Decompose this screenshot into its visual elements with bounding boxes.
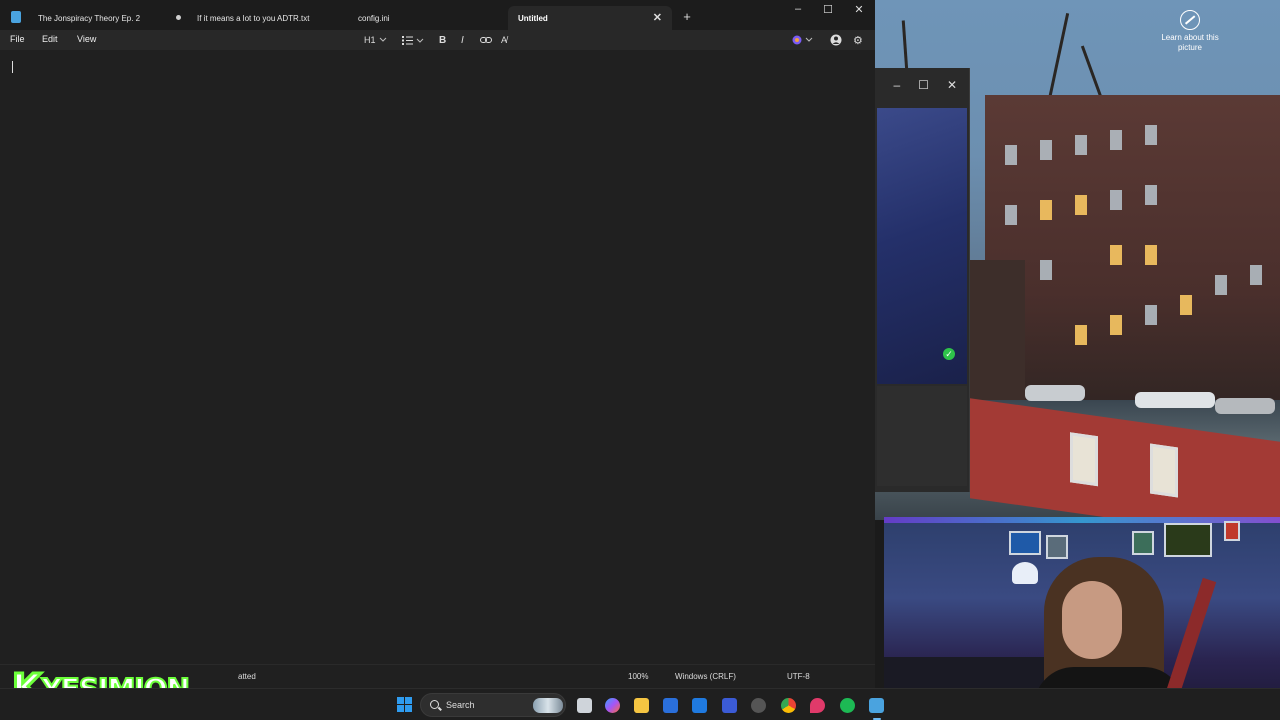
- tab-untitled[interactable]: Untitled ✕: [508, 6, 672, 30]
- tab-adtr[interactable]: If it means a lot to you ADTR.txt: [187, 6, 347, 30]
- gear-icon: ⚙: [853, 34, 863, 47]
- store-icon[interactable]: [663, 698, 678, 713]
- guitar: [1165, 577, 1217, 697]
- list-button[interactable]: [401, 33, 425, 47]
- maps-icon[interactable]: [810, 698, 825, 713]
- clear-formatting-button[interactable]: A̸: [501, 33, 507, 47]
- tab-config-ini[interactable]: config.ini: [348, 6, 508, 30]
- copilot-button[interactable]: [792, 33, 814, 47]
- tab-jonspiracy-theory[interactable]: The Jonspiracy Theory Ep. 2: [28, 6, 178, 30]
- app-icon[interactable]: [722, 698, 737, 713]
- wall-poster: [1224, 521, 1240, 541]
- notepad-app-icon: [11, 11, 21, 23]
- maximize-button[interactable]: ☐: [816, 3, 840, 16]
- notepad-window: The Jonspiracy Theory Ep. 2 If it means …: [0, 0, 875, 688]
- car: [1135, 392, 1215, 408]
- minimize-icon[interactable]: –: [893, 78, 900, 92]
- copilot-app-icon[interactable]: [605, 698, 620, 713]
- settings-button[interactable]: ⚙: [853, 33, 863, 47]
- unsaved-dot-icon: [176, 15, 181, 20]
- new-tab-button[interactable]: +: [680, 9, 694, 24]
- italic-button[interactable]: I: [461, 33, 464, 47]
- lamp: [1012, 562, 1038, 584]
- search-label: Search: [446, 700, 475, 710]
- close-button[interactable]: ✕: [847, 3, 871, 16]
- tab-label: The Jonspiracy Theory Ep. 2: [38, 13, 141, 23]
- task-view-icon[interactable]: [577, 698, 592, 713]
- text-editor[interactable]: [0, 50, 875, 664]
- background-window-titlebar: – ☐ ✕: [875, 68, 969, 102]
- close-tab-icon[interactable]: ✕: [653, 11, 662, 24]
- clear-formatting-icon: A̸: [501, 35, 508, 45]
- wall-poster: [1132, 531, 1154, 555]
- maximize-icon[interactable]: ☐: [918, 78, 929, 92]
- file-explorer-icon[interactable]: [634, 698, 649, 713]
- background-window[interactable]: – ☐ ✕ ✓: [875, 68, 970, 492]
- search-icon: [430, 700, 439, 709]
- heading-dropdown[interactable]: H1: [364, 33, 388, 47]
- mail-icon[interactable]: [692, 698, 707, 713]
- windows-logo-icon: [397, 697, 404, 704]
- menu-file[interactable]: File: [10, 34, 25, 44]
- wall-poster: [1009, 531, 1041, 555]
- wall-poster: [1046, 535, 1068, 559]
- link-icon: [480, 37, 492, 43]
- background-window-panel: [877, 108, 967, 384]
- taskbar-search[interactable]: Search: [420, 693, 566, 717]
- building: [965, 260, 1025, 410]
- background-window-lower-panel: [877, 386, 967, 486]
- streamer-face: [1062, 581, 1122, 659]
- learn-about-picture-button[interactable]: Learn about this picture: [1160, 10, 1220, 53]
- encoding[interactable]: UTF-8: [787, 672, 810, 681]
- stay-awake-poster: [1164, 523, 1212, 557]
- screen: Learn about this picture – ☐ ✕ ✓ The Jon: [0, 0, 1280, 720]
- text-caret: [12, 61, 13, 73]
- car: [1025, 385, 1085, 401]
- spotify-icon[interactable]: [840, 698, 855, 713]
- notepad-taskbar-icon[interactable]: [869, 698, 884, 713]
- search-highlight-icon: [533, 698, 563, 713]
- menu-bar: File Edit View H1 B I A̸ ⚙: [0, 30, 875, 50]
- tab-label: Untitled: [518, 13, 548, 23]
- account-button[interactable]: [830, 33, 842, 47]
- link-button[interactable]: [480, 33, 492, 47]
- status-check-icon: ✓: [943, 348, 955, 360]
- format-status[interactable]: atted: [238, 672, 256, 681]
- menu-view[interactable]: View: [77, 34, 96, 44]
- led-strip: [884, 517, 1280, 523]
- tab-bar: The Jonspiracy Theory Ep. 2 If it means …: [0, 0, 875, 30]
- zoom-level[interactable]: 100%: [628, 672, 648, 681]
- bold-icon: B: [439, 34, 447, 46]
- copilot-icon: [792, 35, 813, 45]
- learn-about-label: Learn about this picture: [1161, 33, 1219, 52]
- heading-label: H1: [364, 35, 376, 45]
- line-ending[interactable]: Windows (CRLF): [675, 672, 736, 681]
- bold-button[interactable]: B: [439, 33, 446, 47]
- menu-edit[interactable]: Edit: [42, 34, 58, 44]
- canal-house: [985, 95, 1280, 425]
- start-button[interactable]: [397, 697, 412, 712]
- tab-label: If it means a lot to you ADTR.txt: [197, 13, 310, 23]
- close-icon[interactable]: ✕: [947, 78, 957, 92]
- tab-label: config.ini: [358, 13, 390, 23]
- chevron-down-icon: [379, 37, 386, 42]
- account-icon: [830, 34, 842, 46]
- camera-icon: [1180, 10, 1200, 30]
- car: [1215, 398, 1275, 414]
- taskbar: Search: [0, 688, 1280, 720]
- audio-app-icon[interactable]: [751, 698, 766, 713]
- chrome-icon[interactable]: [781, 698, 796, 713]
- list-icon: [402, 36, 424, 45]
- minimize-button[interactable]: –: [786, 3, 810, 15]
- italic-icon: I: [461, 34, 464, 46]
